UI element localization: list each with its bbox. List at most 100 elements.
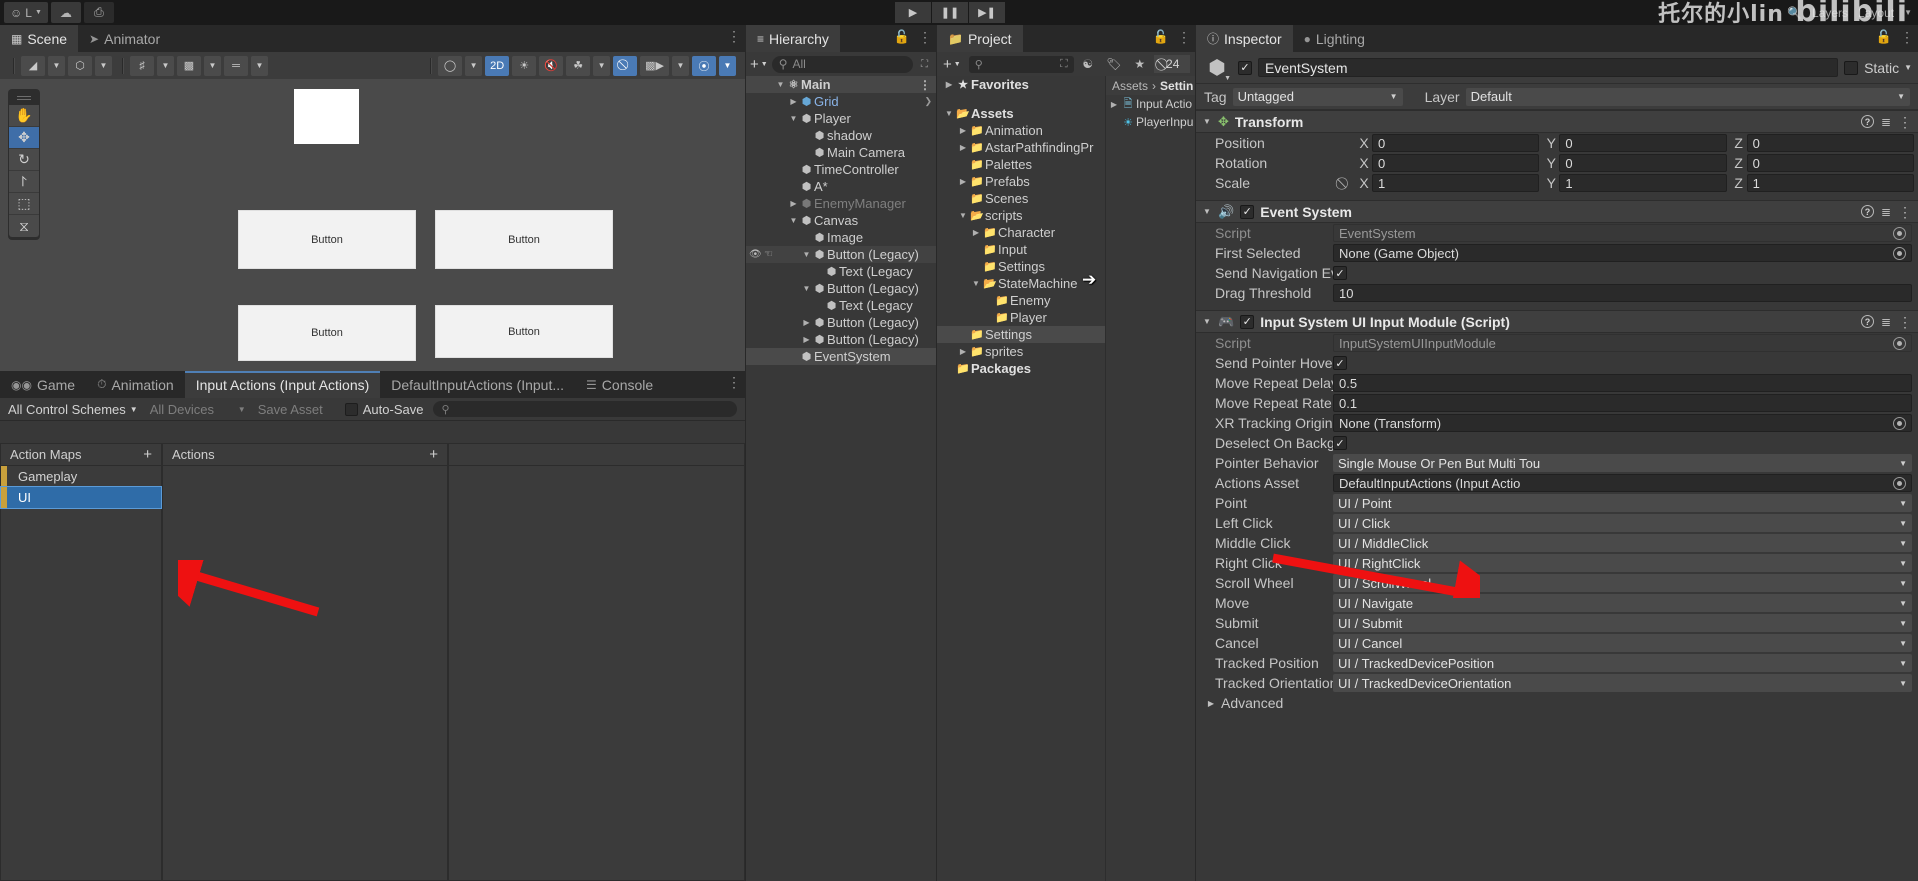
visibility-eye-icon[interactable]: 👁 [749,249,762,260]
expand-search-icon[interactable]: ⛶ [1060,58,1068,71]
hierarchy-row-timecontroller[interactable]: ⬢ TimeController [746,161,936,178]
draw-mode-dropdown[interactable]: ▼ [48,55,65,76]
static-dropdown[interactable]: Static ▼ [1864,60,1912,76]
scale-tool[interactable]: ⨡ [9,171,39,193]
gizmos-dropdown[interactable]: ▼ [719,55,736,76]
deselect-on-background-checkbox[interactable]: ✓ [1333,436,1347,450]
scroll-wheel-dropdown[interactable]: UI / ScrollWheel ▼ [1333,574,1912,592]
rotation-z-input[interactable]: 0 [1746,154,1914,172]
kebab-menu-icon[interactable]: ⋮ [727,29,741,43]
expand-search-icon[interactable]: ⛶ [917,57,932,72]
search-icon[interactable]: 🔍 [1787,6,1802,20]
hierarchy-row-button-4[interactable]: ▶ ⬢ Button (Legacy) [746,331,936,348]
move-repeat-delay-input[interactable]: 0.5 [1333,374,1912,392]
object-picker-icon[interactable] [1893,246,1906,260]
scale-y-input[interactable]: 1 [1559,174,1727,192]
tab-project[interactable]: 📁 Project [937,25,1023,52]
help-icon[interactable]: ? [1860,315,1874,328]
chevron-down-icon[interactable]: ▼ [1904,8,1912,17]
autosave-checkbox[interactable] [344,402,358,416]
actions-asset-field[interactable]: DefaultInputActions (Input Actio [1333,474,1912,492]
scale-link-icon[interactable]: ⃠ [1333,176,1356,191]
hierarchy-row-eventsystem[interactable]: ⬢ EventSystem [746,348,936,365]
first-selected-field[interactable]: None (Game Object) [1333,244,1912,262]
middle-click-dropdown[interactable]: UI / MiddleClick ▼ [1333,534,1912,552]
drag-threshold-input[interactable]: 10 [1333,284,1912,302]
right-click-dropdown[interactable]: UI / RightClick ▼ [1333,554,1912,572]
chevron-down-icon[interactable]: ▼ [943,109,955,118]
scene-tab-options[interactable]: ⋮ [727,29,741,43]
chevron-right-icon[interactable]: ▶ [957,126,969,135]
chevron-right-icon[interactable]: ▶ [957,143,969,152]
tab-lighting[interactable]: ● Lighting [1293,25,1376,52]
layers-dropdown[interactable]: Layers [1812,6,1848,20]
hierarchy-row-main-camera[interactable]: ⬢ Main Camera [746,144,936,161]
toggle-audio-button[interactable]: 🔇 [539,55,564,76]
control-schemes-dropdown[interactable]: All Control Schemes ▼ [2,400,144,419]
effects-button[interactable]: ☘ [566,55,591,76]
grid-snap-dropdown[interactable]: ▼ [204,55,221,76]
tab-input-actions[interactable]: Input Actions (Input Actions) [184,371,381,398]
tab-animator[interactable]: ➤ Animator [78,25,171,52]
toggle-2d-button[interactable]: 2D [485,55,510,76]
tracked-position-dropdown[interactable]: UI / TrackedDevicePosition ▼ [1333,654,1912,672]
hierarchy-row-player[interactable]: ▼ ⬢ Player [746,110,936,127]
position-z-input[interactable]: 0 [1746,134,1914,152]
scale-x-input[interactable]: 1 [1372,174,1540,192]
project-tree[interactable]: ▶ ★ Favorites ▼ 📂 Assets ▶ 📁 Animation ▶ [937,76,1105,881]
kebab-menu-icon[interactable]: ⋮ [1898,315,1912,329]
input-actions-tab-options[interactable]: ⋮ [727,375,741,389]
lock-icon[interactable]: 🔓 [1153,29,1169,45]
pause-button[interactable]: ❚❚ [932,2,968,23]
position-x-input[interactable]: 0 [1372,134,1540,152]
chevron-right-icon[interactable]: ▶ [957,347,969,356]
project-row-favorites[interactable]: ▶ ★ Favorites [937,76,1105,93]
hand-tool[interactable]: ✋ [9,105,39,127]
hierarchy-row-astar[interactable]: ⬢ A* [746,178,936,195]
scene-button-3[interactable]: Button [238,305,416,361]
chevron-down-icon[interactable]: ▼ [801,284,812,293]
hierarchy-row-image[interactable]: ⬢ Image [746,229,936,246]
kebab-menu-icon[interactable]: ⋮ [727,375,741,389]
chevron-right-icon[interactable]: ▶ [1206,699,1216,708]
project-row-statemachine[interactable]: ▼ 📂 StateMachine [937,275,1105,292]
kebab-menu-icon[interactable]: ⋮ [1898,205,1912,219]
chevron-right-icon[interactable]: ▶ [801,335,812,344]
action-map-gameplay[interactable]: Gameplay [1,466,161,487]
kebab-menu-icon[interactable]: ⋮ [918,30,932,44]
project-row-prefabs[interactable]: ▶ 📁 Prefabs [937,173,1105,190]
scene-viewport[interactable]: ✋ ✥ ↻ ⨡ ⬚ ⧖ Button Button Button Button [0,79,745,371]
hierarchy-scene-main[interactable]: ▼ ⚛ Main ⋮ [746,76,936,93]
transform-tool[interactable]: ⧖ [9,215,39,237]
chevron-right-icon[interactable]: ▶ [801,318,812,327]
move-repeat-rate-input[interactable]: 0.1 [1333,394,1912,412]
eventsystem-enabled-checkbox[interactable]: ✓ [1240,204,1255,219]
gizmo-lighting-button[interactable]: ◯ [438,55,463,76]
grid-size-button[interactable]: ═ [224,55,248,76]
lock-icon[interactable]: 🔓 [1876,29,1892,45]
submit-dropdown[interactable]: UI / Submit ▼ [1333,614,1912,632]
chevron-down-icon[interactable]: ▼ [1202,317,1212,326]
chevron-down-icon[interactable]: ▼ [1224,75,1231,82]
gizmos-toggle-button[interactable]: ⦿ [692,55,716,76]
project-row-character[interactable]: ▶ 📁 Character [937,224,1105,241]
kebab-menu-icon[interactable]: ⋮ [1900,30,1914,44]
tab-inspector[interactable]: ⓘ Inspector [1196,25,1293,52]
kebab-menu-icon[interactable]: ⋮ [1898,115,1912,129]
advanced-foldout[interactable]: ▶ Advanced [1196,693,1918,713]
effects-dropdown[interactable]: ▼ [593,55,611,76]
action-map-ui[interactable]: UI [0,486,162,509]
kebab-menu-icon[interactable]: ⋮ [1177,30,1191,44]
tab-hierarchy[interactable]: ≡ Hierarchy [746,25,840,52]
scene-button-4[interactable]: Button [435,305,613,358]
help-icon[interactable]: ? [1860,115,1874,128]
tab-animation[interactable]: ⏱ Animation [86,371,185,398]
shading-mode-dropdown[interactable]: ▼ [95,55,112,76]
preset-icon[interactable]: ≣ [1881,205,1891,219]
save-asset-button[interactable]: Save Asset [252,400,329,419]
chevron-right-icon[interactable]: ▶ [788,199,799,208]
chevron-right-icon[interactable]: ▶ [957,177,969,186]
input-actions-search[interactable]: ⚲ [433,401,737,417]
hierarchy-row-button-3[interactable]: ▶ ⬢ Button (Legacy) [746,314,936,331]
hierarchy-row-text-2[interactable]: ⬢ Text (Legacy [746,297,936,314]
